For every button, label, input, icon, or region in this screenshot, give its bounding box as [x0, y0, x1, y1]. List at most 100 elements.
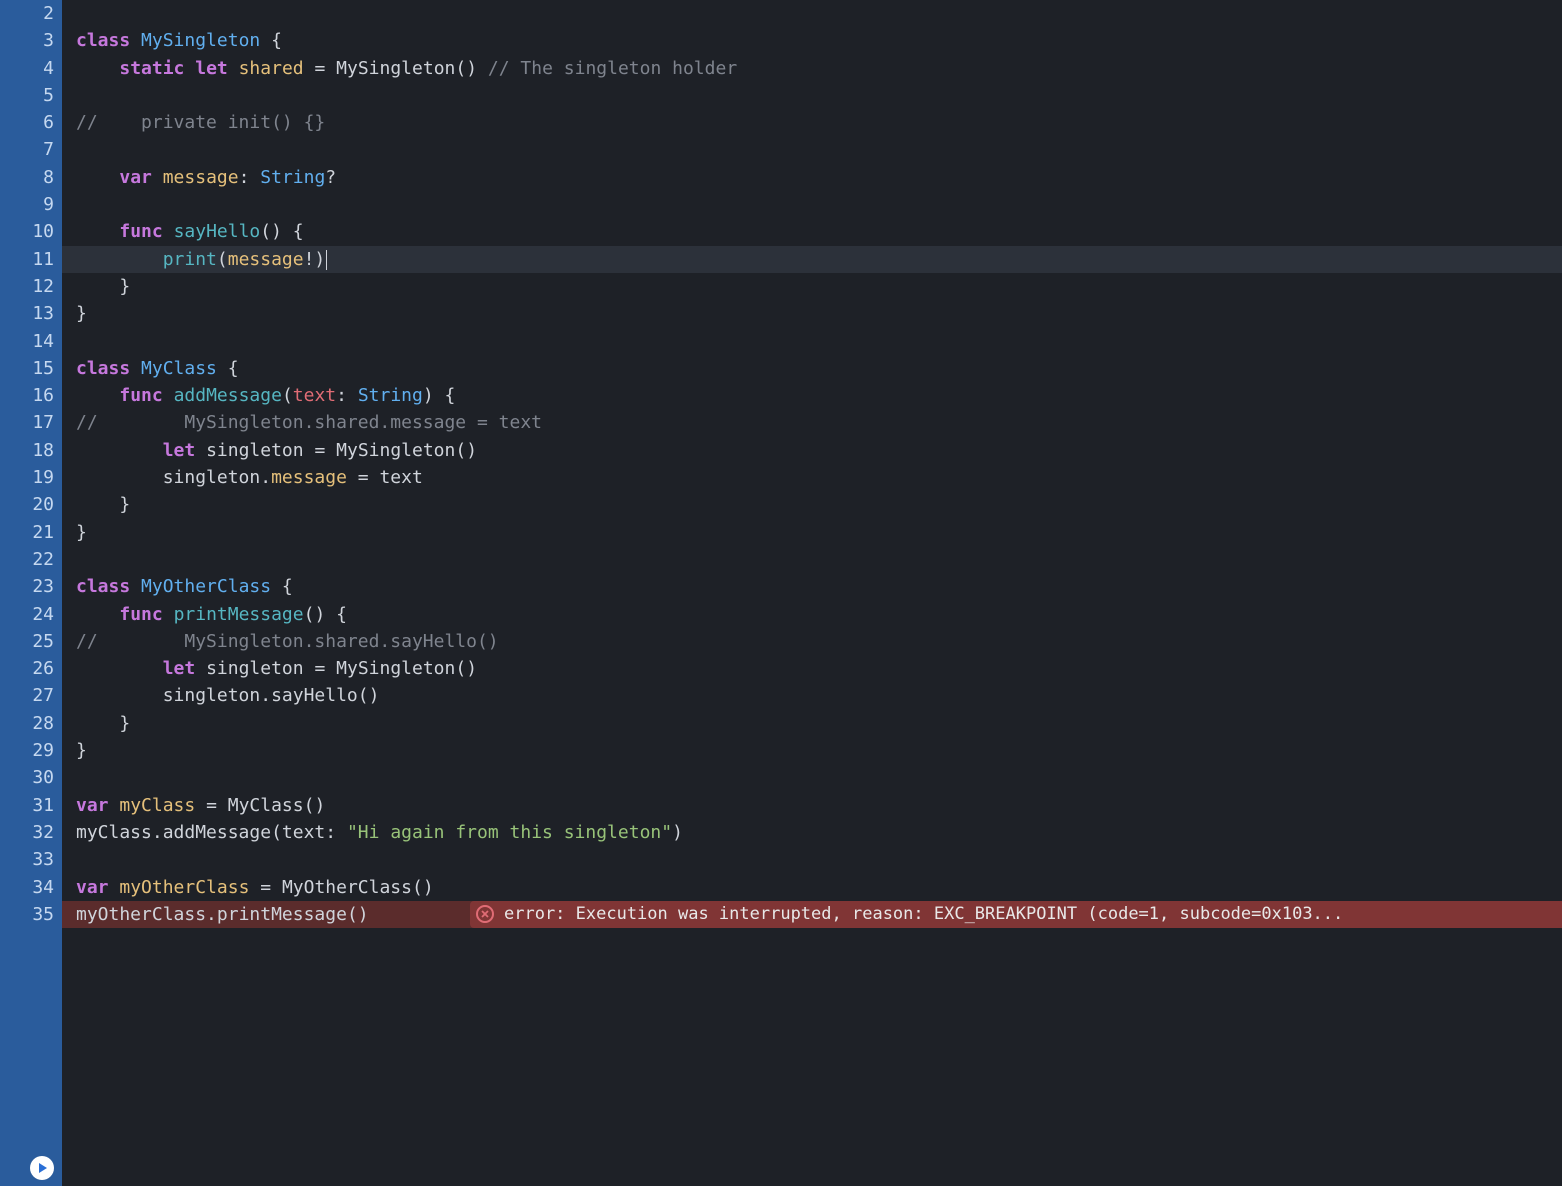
code-token: sayHello — [271, 685, 358, 706]
code-token — [325, 58, 336, 79]
code-line[interactable]: func sayHello() { — [76, 218, 1562, 245]
line-number[interactable]: 8 — [0, 164, 54, 191]
code-line[interactable] — [76, 191, 1562, 218]
line-number[interactable]: 14 — [0, 328, 54, 355]
code-token: sayHello — [174, 221, 261, 242]
code-line[interactable]: var myClass = MyClass() — [76, 792, 1562, 819]
code-token — [347, 385, 358, 406]
error-badge[interactable]: error: Execution was interrupted, reason… — [470, 901, 1562, 928]
code-line[interactable] — [76, 328, 1562, 355]
code-line[interactable] — [76, 764, 1562, 791]
code-line[interactable]: static let shared = MySingleton() // The… — [76, 55, 1562, 82]
line-number[interactable]: 33 — [0, 846, 54, 873]
code-token — [325, 440, 336, 461]
code-line[interactable]: // MySingleton.shared.message = text — [76, 409, 1562, 436]
line-number[interactable]: 4 — [0, 55, 54, 82]
code-token: class — [76, 576, 130, 597]
code-line[interactable]: class MyClass { — [76, 355, 1562, 382]
line-number[interactable]: 16 — [0, 382, 54, 409]
code-token: printMessage — [174, 604, 304, 625]
code-token: . — [260, 467, 271, 488]
code-token: !) — [304, 249, 326, 270]
code-line[interactable]: singleton.message = text — [76, 464, 1562, 491]
line-number[interactable]: 32 — [0, 819, 54, 846]
code-token: () — [412, 877, 434, 898]
line-number[interactable]: 22 — [0, 546, 54, 573]
code-token: { — [228, 358, 239, 379]
line-number[interactable]: 12 — [0, 273, 54, 300]
code-token: MySingleton — [336, 58, 455, 79]
line-number[interactable]: 7 — [0, 136, 54, 163]
line-number[interactable]: 18 — [0, 437, 54, 464]
line-number[interactable]: 19 — [0, 464, 54, 491]
code-token — [434, 385, 445, 406]
code-line[interactable]: } — [76, 710, 1562, 737]
code-line[interactable]: } — [76, 300, 1562, 327]
line-number[interactable]: 27 — [0, 682, 54, 709]
code-line[interactable]: class MySingleton { — [76, 27, 1562, 54]
line-number[interactable]: 6 — [0, 109, 54, 136]
code-token: } — [119, 713, 130, 734]
code-line[interactable]: func printMessage() { — [76, 601, 1562, 628]
code-token: } — [76, 740, 87, 761]
code-token: MySingleton — [336, 658, 455, 679]
line-number[interactable]: 34 — [0, 874, 54, 901]
code-token: addMessage — [174, 385, 282, 406]
code-token: ( — [271, 822, 282, 843]
code-area[interactable]: class MySingleton { static let shared = … — [62, 0, 1562, 1186]
line-number[interactable]: 28 — [0, 710, 54, 737]
line-number[interactable]: 35 — [0, 901, 54, 928]
line-number[interactable]: 30 — [0, 764, 54, 791]
code-line[interactable]: var myOtherClass = MyOtherClass() — [76, 874, 1562, 901]
code-line[interactable]: } — [76, 519, 1562, 546]
line-number[interactable]: 26 — [0, 655, 54, 682]
code-line[interactable] — [76, 546, 1562, 573]
line-number[interactable]: 11 — [0, 246, 54, 273]
code-token — [477, 58, 488, 79]
code-line[interactable]: print(message!) — [62, 246, 1562, 273]
line-number[interactable]: 5 — [0, 82, 54, 109]
code-line[interactable]: } — [76, 273, 1562, 300]
line-number[interactable]: 9 — [0, 191, 54, 218]
line-number[interactable]: 13 — [0, 300, 54, 327]
line-number[interactable]: 24 — [0, 601, 54, 628]
line-number-gutter[interactable]: 2345678910111213141516171819202122232425… — [0, 0, 62, 1186]
code-line[interactable]: let singleton = MySingleton() — [76, 437, 1562, 464]
code-line[interactable] — [76, 846, 1562, 873]
line-number[interactable]: 21 — [0, 519, 54, 546]
code-token: () — [304, 604, 326, 625]
line-number[interactable]: 2 — [0, 0, 54, 27]
line-number[interactable]: 17 — [0, 409, 54, 436]
code-line[interactable]: myOtherClass.printMessage()error: Execut… — [62, 901, 1562, 928]
code-line[interactable]: } — [76, 491, 1562, 518]
code-line[interactable]: var message: String? — [76, 164, 1562, 191]
code-token: var — [76, 877, 109, 898]
code-token: text — [369, 467, 423, 488]
code-line[interactable] — [76, 136, 1562, 163]
code-line[interactable]: } — [76, 737, 1562, 764]
line-number[interactable]: 15 — [0, 355, 54, 382]
line-number[interactable]: 25 — [0, 628, 54, 655]
code-line[interactable] — [76, 0, 1562, 27]
line-number[interactable]: 29 — [0, 737, 54, 764]
run-button[interactable] — [30, 1156, 54, 1180]
code-line[interactable]: func addMessage(text: String) { — [76, 382, 1562, 409]
line-number[interactable]: 20 — [0, 491, 54, 518]
code-token — [195, 440, 206, 461]
code-line[interactable]: // private init() {} — [76, 109, 1562, 136]
code-token — [152, 167, 163, 188]
line-number[interactable]: 3 — [0, 27, 54, 54]
code-token: String — [358, 385, 423, 406]
line-number[interactable]: 10 — [0, 218, 54, 245]
line-number[interactable]: 31 — [0, 792, 54, 819]
error-icon — [476, 905, 494, 923]
code-line[interactable]: class MyOtherClass { — [76, 573, 1562, 600]
code-line[interactable] — [76, 82, 1562, 109]
code-line[interactable]: singleton.sayHello() — [76, 682, 1562, 709]
code-token: = — [314, 440, 325, 461]
code-line[interactable]: let singleton = MySingleton() — [76, 655, 1562, 682]
line-number[interactable]: 23 — [0, 573, 54, 600]
code-line[interactable]: myClass.addMessage(text: "Hi again from … — [76, 819, 1562, 846]
code-line[interactable]: // MySingleton.shared.sayHello() — [76, 628, 1562, 655]
code-editor[interactable]: 2345678910111213141516171819202122232425… — [0, 0, 1562, 1186]
